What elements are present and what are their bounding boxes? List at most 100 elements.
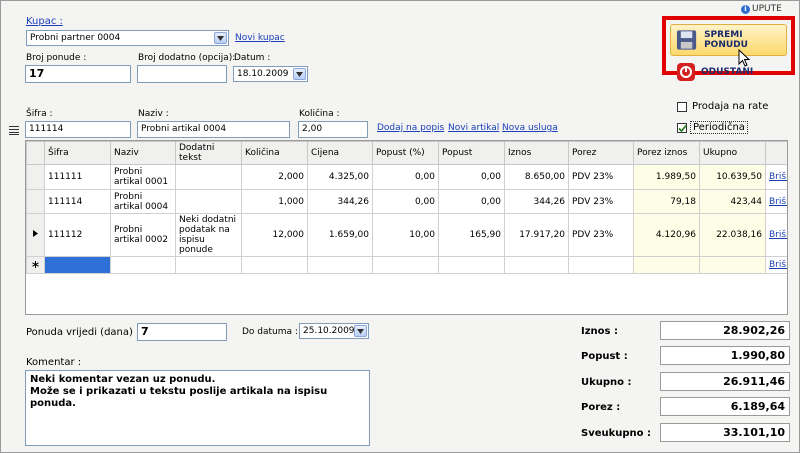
cell-porez[interactable]: PDV 23% <box>568 213 634 257</box>
offer-extra-label: Broj dodatno (opcija): <box>138 53 236 63</box>
naziv-field[interactable]: Probni artikal 0004 <box>137 121 290 138</box>
new-row-cell[interactable] <box>241 256 308 274</box>
cell-dodatni-tekst[interactable] <box>175 164 242 190</box>
save-offer-button[interactable]: SPREMI PONUDU <box>670 24 787 56</box>
kolicina-label: Količina : <box>299 109 340 119</box>
row-selector[interactable] <box>26 164 45 190</box>
cell-popust[interactable]: 0,00 <box>438 189 505 214</box>
delete-row-label[interactable]: Briši <box>769 197 787 207</box>
new-service-link[interactable]: Nova usluga <box>502 123 558 133</box>
new-row-cell[interactable] <box>699 256 766 274</box>
date-picker[interactable]: 18.10.2009 <box>233 66 308 82</box>
current-row-arrow-icon <box>33 230 38 237</box>
cell-cijena[interactable]: 1.659,00 <box>307 213 373 257</box>
validity-days-field[interactable]: 7 <box>137 323 227 341</box>
new-row-cell[interactable] <box>307 256 373 274</box>
column-header-sifra[interactable]: Šifra <box>44 141 111 165</box>
new-row-cell[interactable] <box>504 256 569 274</box>
column-header-porez-iznos[interactable]: Porez iznos <box>633 141 700 165</box>
delete-row-link[interactable]: Briši <box>765 213 787 257</box>
cell-kolicina[interactable]: 2,000 <box>241 164 308 190</box>
sifra-field[interactable]: 111114 <box>25 121 131 138</box>
new-row-cell[interactable] <box>372 256 439 274</box>
column-header-kolicina[interactable]: Količina <box>241 141 308 165</box>
new-row-cell[interactable] <box>438 256 505 274</box>
new-row-asterisk-icon <box>32 260 39 268</box>
new-row-selector[interactable] <box>26 256 45 274</box>
cell-popust-postotak[interactable]: 0,00 <box>372 164 439 190</box>
comment-textarea[interactable]: Neki komentar vezan uz ponudu. Može se i… <box>25 370 370 446</box>
chevron-down-icon[interactable] <box>214 32 227 44</box>
kolicina-field[interactable]: 2,00 <box>298 121 368 138</box>
column-header-ukupno[interactable]: Ukupno <box>699 141 766 165</box>
cell-sifra[interactable]: 111114 <box>44 189 111 214</box>
row-selector[interactable] <box>26 189 45 214</box>
delete-row-label[interactable]: Briši <box>769 230 787 240</box>
column-header-naziv[interactable]: Naziv <box>110 141 176 165</box>
periodic-checkbox[interactable] <box>677 122 687 133</box>
cancel-button[interactable]: ODUSTANI <box>677 63 753 81</box>
cell-ukupno: 22.038,16 <box>699 213 766 257</box>
cell-sifra[interactable]: 111112 <box>44 213 111 257</box>
until-date-picker[interactable]: 25.10.2009 <box>299 323 369 339</box>
cell-kolicina[interactable]: 1,000 <box>241 189 308 214</box>
cancel-icon <box>677 63 695 81</box>
row-selector[interactable] <box>26 213 45 257</box>
installments-option[interactable]: Prodaja na rate <box>677 101 768 112</box>
cell-sifra[interactable]: 111111 <box>44 164 111 190</box>
column-header-porez[interactable]: Porez <box>568 141 634 165</box>
column-header-iznos[interactable]: Iznos <box>504 141 569 165</box>
save-offer-label: SPREMI PONUDU <box>704 30 748 50</box>
cell-naziv[interactable]: Probni artikal 0001 <box>110 164 176 190</box>
cell-naziv[interactable]: Probni artikal 0002 <box>110 213 176 257</box>
new-row-sifra-cell[interactable] <box>44 256 111 274</box>
column-header-popust-postotak[interactable]: Popust (%) <box>372 141 439 165</box>
delete-row-link[interactable]: Briši <box>765 164 787 190</box>
help-link[interactable]: i UPUTE <box>741 4 782 14</box>
table-row[interactable]: 111112 Probni artikal 0002 Neki dodatni … <box>26 213 787 257</box>
cell-cijena[interactable]: 4.325,00 <box>307 164 373 190</box>
cell-kolicina[interactable]: 12,000 <box>241 213 308 257</box>
cell-dodatni-tekst[interactable] <box>175 189 242 214</box>
new-row-cell[interactable] <box>110 256 176 274</box>
cell-porez-iznos: 1.989,50 <box>633 164 700 190</box>
validity-days-label: Ponuda vrijedi (dana) : <box>26 327 140 338</box>
delete-row-label[interactable]: Briši <box>769 172 787 182</box>
delete-row-link[interactable]: Briši <box>765 189 787 214</box>
new-row-cell[interactable] <box>633 256 700 274</box>
cell-popust-postotak[interactable]: 0,00 <box>372 189 439 214</box>
new-row[interactable]: Briši <box>26 256 787 274</box>
new-row-cell[interactable] <box>568 256 634 274</box>
chevron-down-icon[interactable] <box>293 68 306 80</box>
cell-cijena[interactable]: 344,26 <box>307 189 373 214</box>
new-customer-link[interactable]: Novi kupac <box>235 33 285 43</box>
delete-row-label[interactable]: Briši <box>769 260 787 270</box>
cell-popust[interactable]: 0,00 <box>438 164 505 190</box>
cell-naziv[interactable]: Probni artikal 0004 <box>110 189 176 214</box>
porez-total-value: 6.189,64 <box>660 397 790 416</box>
cell-porez[interactable]: PDV 23% <box>568 189 634 214</box>
list-icon <box>9 126 19 135</box>
customer-label[interactable]: Kupac : <box>26 16 63 27</box>
table-row[interactable]: 111114 Probni artikal 0004 1,000 344,26 … <box>26 189 787 214</box>
new-row-cell[interactable] <box>175 256 242 274</box>
table-row[interactable]: 111111 Probni artikal 0001 2,000 4.325,0… <box>26 164 787 190</box>
customer-select[interactable]: Probni partner 0004 <box>26 30 229 46</box>
cell-popust-postotak[interactable]: 10,00 <box>372 213 439 257</box>
add-to-list-link[interactable]: Dodaj na popis <box>377 123 444 133</box>
new-article-link[interactable]: Novi artikal <box>448 123 499 133</box>
offer-extra-field[interactable] <box>137 65 227 83</box>
delete-row-link[interactable]: Briši <box>765 256 787 274</box>
column-header-popust[interactable]: Popust <box>438 141 505 165</box>
column-header-dodatni-tekst[interactable]: Dodatni tekst <box>175 141 242 165</box>
installments-label: Prodaja na rate <box>692 101 769 112</box>
cell-porez[interactable]: PDV 23% <box>568 164 634 190</box>
offer-number-label: Broj ponude : <box>26 53 87 63</box>
cell-dodatni-tekst[interactable]: Neki dodatni podatak na ispisu ponude <box>175 213 242 257</box>
column-header-cijena[interactable]: Cijena <box>307 141 373 165</box>
installments-checkbox[interactable] <box>677 101 687 112</box>
cell-popust[interactable]: 165,90 <box>438 213 505 257</box>
chevron-down-icon[interactable] <box>354 325 367 337</box>
periodic-option[interactable]: Periodična <box>677 121 748 134</box>
offer-number-field[interactable]: 17 <box>25 65 131 83</box>
